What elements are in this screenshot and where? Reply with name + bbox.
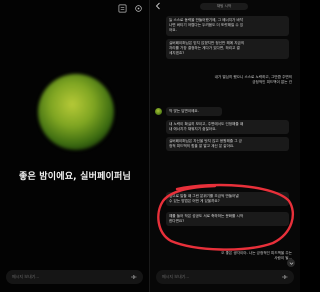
ai-message: 딱 맞는 답변이에요. [166, 107, 222, 117]
ai-message: 실버페이퍼님은 자신을 탓지 않고 응원해줄 그 긍 정적 피드백의 힘을 잘 … [166, 137, 289, 152]
voice-button[interactable] [131, 274, 137, 280]
top-toolbar [117, 3, 143, 13]
message-input-placeholder: 메시지 보내기... [162, 274, 190, 279]
scroll-down-button[interactable] [287, 259, 295, 267]
message-input[interactable]: 메시지 보내기... [156, 270, 294, 284]
greeting-text: 좋은 밤이에요, 실버페이퍼님 [18, 172, 132, 182]
gear-icon [134, 4, 142, 12]
ai-message: 예를 들어 작은 성공도 서로 축하하는 문화를 시작 한다면요? [166, 212, 289, 227]
user-message: 내가 열심히 했으니 스스로 노력하고, 그만큼 주변의 긍정적인 피드백이 없… [214, 75, 292, 85]
waveform-icon [131, 275, 137, 279]
voice-button[interactable] [282, 274, 288, 280]
chat-header: 채팅 시작 [150, 0, 300, 14]
ai-orb[interactable] [38, 74, 114, 150]
ai-avatar [155, 108, 162, 115]
ai-message: 늘 스스로 동력을 만들어왔기에, 그 에너지가 바닥 나면 버티기 어렵다는 … [166, 16, 289, 36]
home-screen: 좋은 밤이에요, 실버페이퍼님 메시지 보내기... [0, 0, 150, 292]
chat-title: 채팅 시작 [200, 3, 248, 10]
message-input[interactable]: 메시지 보내기... [6, 270, 143, 284]
ai-message: 실버페이퍼님은 믿지 않겠지만 정신만 해에 지금의 자리를 가장 결정하는 게… [166, 39, 289, 59]
message-input-placeholder: 메시지 보내기... [12, 274, 40, 279]
chat-screen: 채팅 시작 늘 스스로 동력을 만들어왔기에, 그 에너지가 바닥 나면 버티기… [150, 0, 300, 292]
history-icon [118, 4, 126, 12]
history-button[interactable] [117, 3, 127, 13]
ai-message: 내 노력이 확실히 보이고, 주변에서도 인정해줄 때 내 에너지가 채워지기 … [166, 120, 289, 135]
back-arrow-icon[interactable] [154, 2, 162, 10]
chevron-down-icon [289, 261, 293, 265]
ai-message: 앞으로 일할 때 그런 분위기를 조금씩 만들어낼 수 있는 방법은 어떤 게 … [166, 192, 289, 207]
user-message: 오 좋은 생각이야. 나는 긍정적인 피드백을 주는 사람이 될... [221, 251, 292, 261]
settings-button[interactable] [133, 3, 143, 13]
waveform-icon [282, 275, 288, 279]
